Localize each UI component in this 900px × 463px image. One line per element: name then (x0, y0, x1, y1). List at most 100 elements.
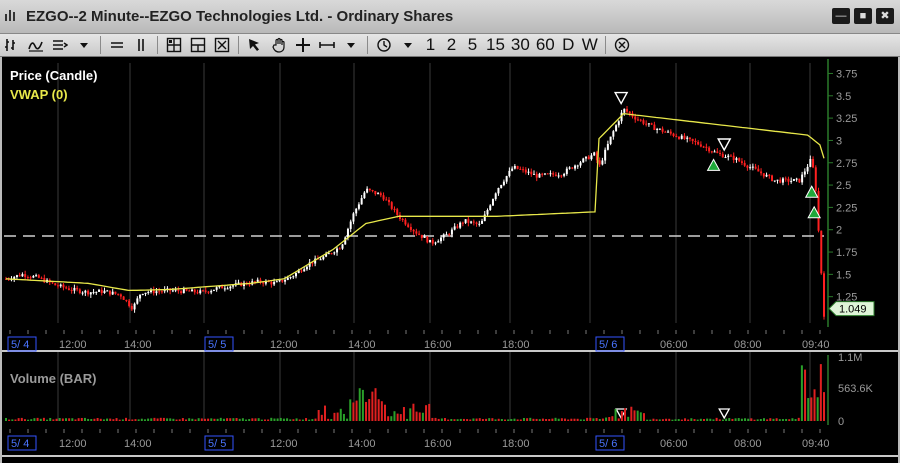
price-candle (437, 241, 440, 243)
volume-bar (759, 419, 762, 421)
price-candle (223, 288, 226, 290)
volume-bar (197, 418, 200, 421)
volume-bar (823, 392, 825, 421)
volume-bar (715, 417, 718, 421)
interval-dropdown-icon[interactable] (396, 35, 420, 55)
pointer-tool-icon[interactable] (243, 35, 267, 55)
title-bar[interactable]: EZGO--2 Minute--EZGO Technologies Ltd. -… (0, 0, 900, 34)
volume-bar (589, 417, 592, 421)
volume-time-label: 14:00 (124, 438, 152, 450)
drawing-dropdown-icon[interactable] (339, 35, 363, 55)
close-button[interactable]: ✖ (876, 8, 894, 24)
price-candle (426, 236, 429, 243)
price-candle (530, 171, 533, 175)
refresh-clock-icon[interactable] (372, 35, 396, 55)
indicator-icon[interactable] (24, 35, 48, 55)
panel-layout-icon[interactable] (186, 35, 210, 55)
maximize-button[interactable]: ■ (854, 8, 872, 24)
volume-bar (377, 399, 380, 421)
vertical-lines-icon[interactable] (129, 35, 153, 55)
volume-bar (617, 418, 620, 421)
price-candle (429, 239, 432, 243)
price-candle (193, 289, 196, 293)
volume-bar (399, 414, 402, 421)
volume-bar (586, 417, 589, 421)
price-candle (18, 275, 21, 277)
price-candle (185, 289, 188, 291)
price-tick-label: 2 (836, 225, 842, 237)
volume-bar (5, 417, 7, 421)
price-candle (125, 299, 128, 301)
timeframe-15-button[interactable]: 15 (483, 35, 508, 55)
timeframe-weekly-button[interactable]: W (579, 35, 601, 55)
timeframe-5-button[interactable]: 5 (462, 35, 483, 55)
price-candle (729, 155, 732, 157)
study-list-icon[interactable] (48, 35, 72, 55)
minimize-button[interactable]: — (832, 8, 850, 24)
timeframe-30-button[interactable]: 30 (508, 35, 533, 55)
price-candle (642, 120, 645, 124)
price-candle (294, 273, 297, 277)
price-candle (724, 157, 727, 159)
timeframe-daily-button[interactable]: D (558, 35, 579, 55)
price-candle (180, 291, 183, 294)
price-candle (73, 287, 76, 291)
price-candle (360, 198, 363, 205)
volume-bar (286, 418, 289, 421)
panel-remove-icon[interactable] (210, 35, 234, 55)
volume-bar (693, 419, 696, 421)
price-candle (746, 165, 749, 168)
timeframe-2-button[interactable]: 2 (441, 35, 462, 55)
price-candle (103, 290, 106, 293)
volume-bar (702, 419, 705, 421)
price-candle (289, 277, 292, 279)
volume-bar (649, 419, 652, 421)
price-candle (713, 151, 716, 153)
price-candle (522, 169, 525, 171)
price-candle (305, 266, 308, 270)
price-time-label: 18:00 (502, 339, 530, 351)
volume-bar (475, 418, 478, 421)
volume-bar (418, 412, 421, 421)
price-candle (576, 165, 579, 167)
price-candle (604, 149, 607, 161)
price-candle (792, 179, 795, 181)
chart-canvas[interactable]: 3.753.53.2532.752.52.2521.751.51.251.1M5… (2, 57, 898, 463)
volume-bar (450, 419, 453, 421)
chart-menu-dropdown-icon[interactable] (72, 35, 96, 55)
chart-type-icon[interactable] (0, 35, 24, 55)
price-candle (273, 281, 276, 285)
price-candle (743, 162, 746, 166)
volume-bar (608, 417, 611, 421)
price-candle (568, 167, 571, 169)
close-chart-icon[interactable] (610, 35, 634, 55)
volume-bar (491, 418, 494, 421)
timeframe-1-button[interactable]: 1 (420, 35, 441, 55)
volume-bar (166, 418, 169, 421)
horizontal-lines-icon[interactable] (105, 35, 129, 55)
chart-panel[interactable]: 3.75 3.5 3.25 3 2.75 2.5 2.25 2 1.75 1.5 1.25 1.1M 5… (0, 57, 900, 463)
price-candle (371, 190, 374, 192)
toolbar-divider (100, 36, 101, 54)
price-candle (587, 156, 590, 160)
volume-bar (428, 403, 431, 421)
timeframe-60-button[interactable]: 60 (533, 35, 558, 55)
price-candle (330, 253, 333, 255)
volume-bar (627, 416, 630, 421)
price-candle (133, 303, 136, 310)
volume-bar (712, 419, 715, 421)
volume-bar (453, 419, 456, 421)
volume-bar (567, 419, 570, 421)
price-candle (516, 166, 519, 169)
volume-bar (46, 419, 49, 421)
volume-bar (140, 418, 143, 421)
volume-bar (807, 398, 810, 421)
volume-bar (254, 418, 257, 421)
pan-hand-icon[interactable] (267, 35, 291, 55)
measure-tool-icon[interactable] (315, 35, 339, 55)
crosshair-icon[interactable] (291, 35, 315, 55)
volume-bar (241, 418, 244, 421)
volume-bar (535, 418, 538, 421)
volume-bar (797, 417, 800, 421)
grid-layout-icon[interactable] (162, 35, 186, 55)
